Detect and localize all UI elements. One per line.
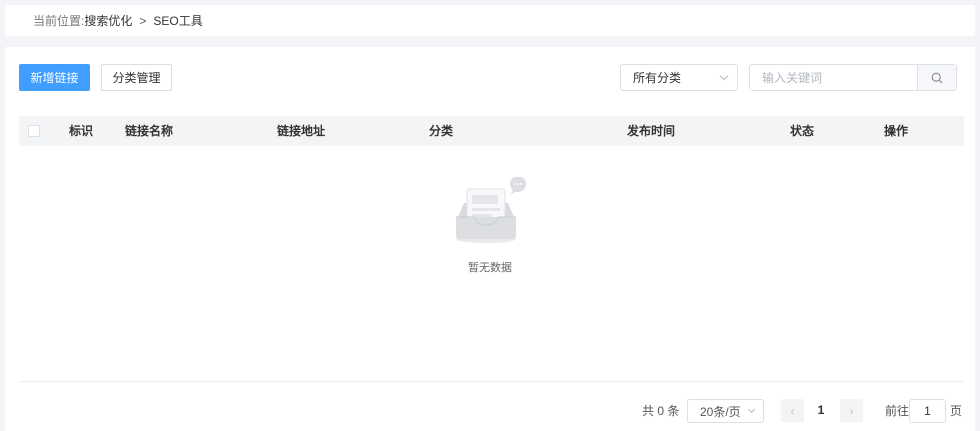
goto-suffix: 页 (950, 403, 963, 418)
chevron-left-icon: ‹ (790, 403, 795, 418)
column-header-id: 标识 (69, 124, 94, 138)
breadcrumb-separator: > (139, 13, 147, 28)
search-input[interactable] (750, 65, 920, 90)
add-link-button[interactable]: 新增链接 (19, 64, 90, 91)
goto-page-input[interactable] (909, 399, 946, 423)
search-box (749, 64, 957, 91)
chevron-down-icon (719, 71, 729, 81)
empty-text: 暂无数据 (468, 262, 512, 274)
select-all-checkbox[interactable] (28, 125, 40, 137)
next-page-button[interactable]: › (840, 399, 863, 422)
column-header-category: 分类 (429, 124, 454, 138)
empty-data-icon (456, 177, 526, 243)
column-header-link-url: 链接地址 (277, 124, 326, 138)
breadcrumb-current: SEO工具 (153, 14, 203, 28)
chevron-down-icon (747, 405, 756, 414)
pagination-total: 共 0 条 (642, 403, 680, 418)
goto-prefix: 前往 (885, 403, 910, 418)
page-number-current[interactable]: 1 (814, 399, 828, 422)
chevron-right-icon: › (849, 403, 854, 418)
page-size-value: 20条/页 (700, 404, 741, 419)
breadcrumb-parent[interactable]: 搜索优化 (84, 12, 132, 29)
main-panel: 新增链接 分类管理 所有分类 标识 链接名称 链接地址 分类 发布时间 状态 操… (5, 47, 975, 431)
table-divider (19, 381, 964, 382)
column-header-actions: 操作 (884, 124, 909, 138)
category-select[interactable]: 所有分类 (620, 64, 738, 91)
category-select-value: 所有分类 (633, 71, 682, 85)
search-icon (931, 72, 943, 83)
search-button[interactable] (917, 65, 956, 90)
category-manage-button[interactable]: 分类管理 (101, 64, 172, 91)
column-header-publish-time: 发布时间 (627, 124, 676, 138)
table-header: 标识 链接名称 链接地址 分类 发布时间 状态 操作 (19, 116, 964, 146)
prev-page-button[interactable]: ‹ (781, 399, 804, 422)
breadcrumb: 当前位置: 搜索优化 > SEO工具 (5, 5, 975, 36)
empty-state (5, 177, 975, 252)
column-header-status: 状态 (790, 124, 815, 138)
column-header-link-name: 链接名称 (125, 124, 174, 138)
breadcrumb-prefix: 当前位置: (33, 14, 85, 28)
page-size-select[interactable]: 20条/页 (687, 399, 764, 423)
